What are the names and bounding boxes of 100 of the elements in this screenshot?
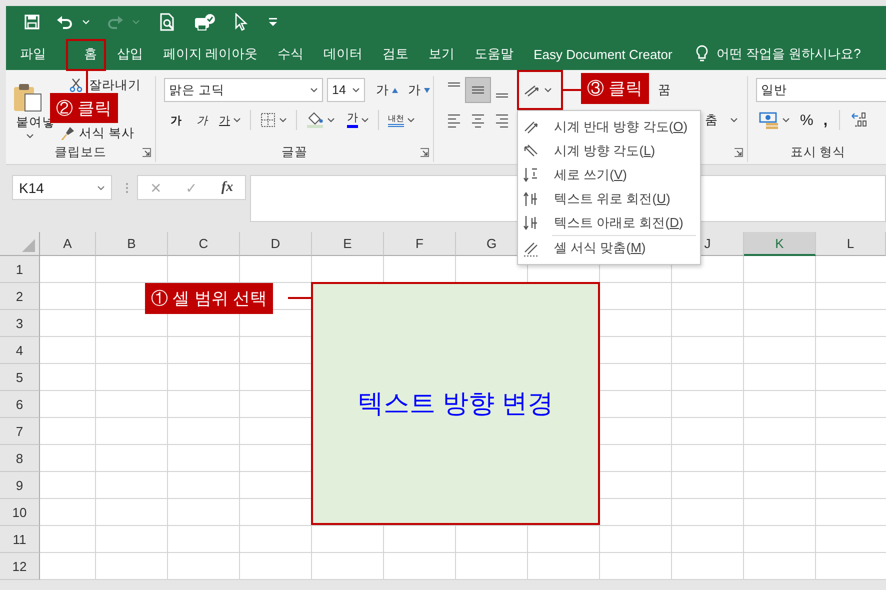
row-header[interactable]: 5 (0, 364, 40, 391)
phonetic-button[interactable]: 내천 (385, 108, 418, 132)
ribbon-tab[interactable]: 보기 (428, 44, 455, 64)
caret-icon[interactable] (310, 87, 318, 93)
column-header[interactable]: A (40, 232, 96, 256)
pointer-icon[interactable] (234, 13, 248, 31)
scissors-icon[interactable] (69, 78, 83, 92)
group-label: 글꼴 (282, 144, 308, 160)
caret-icon[interactable] (327, 117, 335, 123)
callout-label: ② 클릭 (50, 93, 118, 123)
ribbon-tab[interactable]: 검토 (382, 44, 409, 64)
caret-icon[interactable] (407, 117, 415, 123)
row-header[interactable]: 9 (0, 472, 40, 499)
caret-icon[interactable] (352, 87, 360, 93)
format-painter-button[interactable]: 서식 복사 (79, 124, 134, 142)
caret-icon[interactable] (97, 184, 105, 190)
menu-item[interactable]: 텍스트 아래로 회전(D) (518, 211, 700, 235)
align-icon (446, 112, 462, 128)
dialog-launcher-icon[interactable] (734, 148, 743, 157)
name-box[interactable]: K14 (12, 175, 112, 200)
bold-button[interactable]: 가 (164, 108, 188, 132)
font-name-field[interactable]: 맑은 고딕 (164, 78, 324, 102)
undo-icon[interactable] (56, 14, 74, 30)
ribbon-tab[interactable]: 페이지 레이아웃 (163, 44, 258, 64)
column-header[interactable]: E (312, 232, 384, 256)
caret-icon[interactable] (233, 117, 241, 123)
row-header[interactable]: 6 (0, 391, 40, 418)
money-icon (759, 111, 779, 129)
percent-button[interactable]: % (797, 108, 816, 132)
merge-center-button[interactable]: 춤 (702, 108, 741, 132)
row-header[interactable]: 11 (0, 526, 40, 553)
row-header[interactable]: 7 (0, 418, 40, 445)
cut-button[interactable]: 잘라내기 (89, 76, 141, 94)
down-icon (424, 88, 430, 92)
grow-font-button[interactable]: 가 (373, 78, 401, 102)
row-header[interactable]: 10 (0, 499, 40, 526)
caret-icon[interactable] (26, 133, 34, 139)
ribbon-tab[interactable]: Easy Document Creator (534, 44, 672, 64)
paint-bucket-icon (306, 111, 324, 129)
caret-icon[interactable] (361, 117, 369, 123)
column-header[interactable]: C (168, 232, 240, 256)
column-header[interactable]: K (744, 232, 816, 256)
group-label: 클립보드 (54, 144, 106, 160)
font-size-field[interactable]: 14 (327, 78, 365, 102)
dialog-launcher-icon[interactable] (142, 148, 151, 157)
callout-label: ③ 클릭 (581, 73, 649, 104)
save-icon[interactable] (24, 14, 40, 30)
clipboard-icon[interactable] (12, 82, 42, 112)
customize-icon[interactable] (268, 17, 278, 27)
vertical-align-button[interactable] (466, 78, 490, 102)
font-color-button[interactable]: 가 (344, 108, 372, 132)
comma-button[interactable]: , (820, 108, 831, 132)
caret-icon[interactable] (279, 117, 287, 123)
row-header[interactable]: 2 (0, 283, 40, 310)
column-header[interactable]: B (96, 232, 168, 256)
row-header[interactable]: 1 (0, 256, 40, 283)
italic-button[interactable]: 가 (190, 108, 214, 132)
selected-range: 텍스트 방향 변경 (311, 282, 600, 525)
ribbon-tab[interactable]: 데이터 (324, 44, 363, 64)
row-header[interactable]: 3 (0, 310, 40, 337)
ribbon-tab[interactable]: 수식 (278, 44, 304, 64)
print-preview-icon[interactable] (158, 13, 176, 31)
menu-item[interactable]: 텍스트 위로 회전(U) (518, 187, 700, 211)
menu-item[interactable]: 시계 반대 방향 각도(O) (518, 115, 700, 139)
align-icon (470, 112, 486, 128)
column-header[interactable]: F (384, 232, 456, 256)
rotate-down-icon (522, 214, 540, 232)
ribbon-tab[interactable]: 삽입 (117, 44, 143, 64)
row-header[interactable]: 8 (0, 445, 40, 472)
caret-icon[interactable] (544, 87, 552, 93)
column-header[interactable]: D (240, 232, 312, 256)
brush-icon[interactable] (60, 125, 76, 141)
align-icon (494, 112, 510, 128)
dialog-launcher-icon[interactable] (420, 148, 429, 157)
more-icon (125, 182, 129, 194)
menu-item[interactable]: 세로 쓰기(V) (518, 163, 700, 187)
redo-icon (106, 14, 124, 30)
up-icon (392, 88, 398, 92)
row-header[interactable]: 4 (0, 337, 40, 364)
column-header[interactable]: L (816, 232, 886, 256)
rotate-up-icon (522, 190, 540, 208)
underline-button[interactable]: 가 (216, 108, 244, 132)
wrap-text-label[interactable]: 꿈 (658, 82, 671, 98)
callout-label: ① 셀 범위 선택 (145, 283, 274, 314)
number-format-field[interactable]: 일반 (756, 78, 886, 102)
ribbon-tab[interactable]: 파일 (20, 44, 46, 64)
align-icon (470, 86, 486, 94)
lightbulb-icon (696, 45, 708, 63)
tell-me-search[interactable]: 어떤 작업을 원하시나요? (716, 45, 861, 63)
touch-mode-icon[interactable] (194, 13, 216, 31)
caret-icon[interactable] (782, 117, 790, 123)
shrink-font-button[interactable]: 가 (405, 78, 433, 102)
ribbon-tab[interactable]: 도움말 (474, 44, 514, 64)
decimal-icon (850, 111, 869, 129)
menu-item[interactable]: 시계 방향 각도(L) (518, 139, 700, 163)
ribbon-tab[interactable]: 홈 (84, 44, 97, 64)
insert-function-button[interactable]: fx (221, 180, 234, 196)
align-icon (446, 82, 462, 87)
row-header[interactable]: 12 (0, 553, 40, 580)
caret-icon[interactable] (730, 117, 738, 123)
